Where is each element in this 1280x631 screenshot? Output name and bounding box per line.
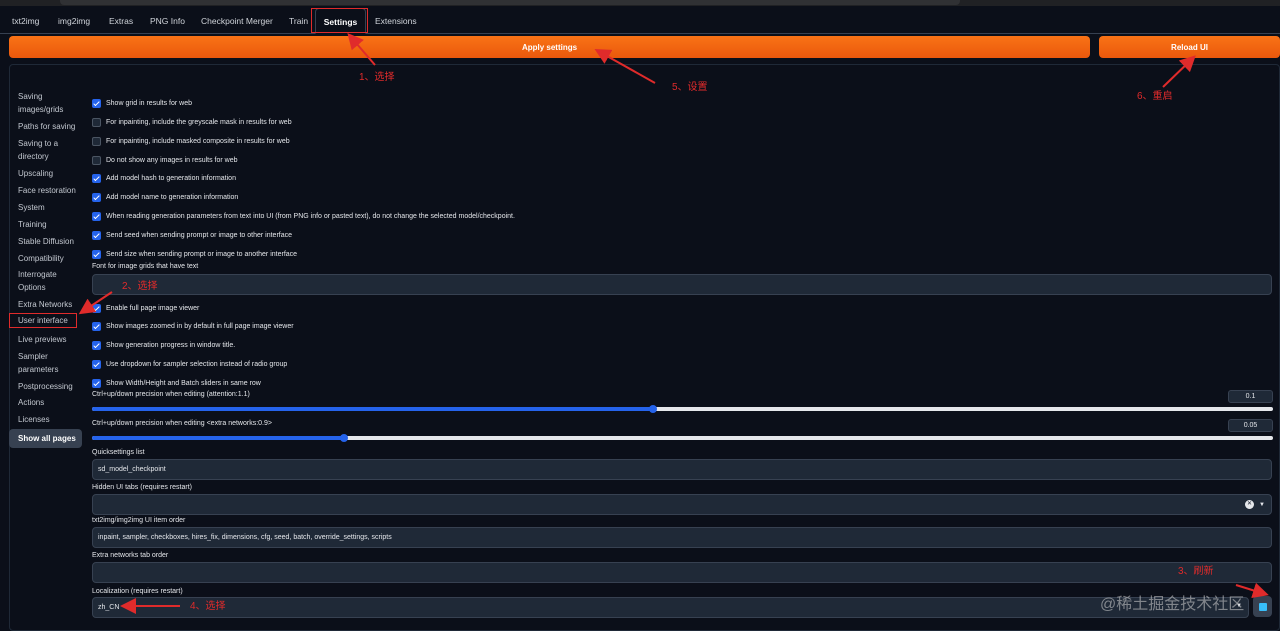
arrow-step-5 bbox=[594, 49, 656, 84]
annotation-arrows bbox=[78, 32, 1269, 614]
watermark: @稀土掘金技术社区 bbox=[1100, 596, 1245, 613]
arrow-step-6 bbox=[1162, 55, 1196, 88]
arrow-step-2 bbox=[78, 291, 113, 315]
arrow-step-1 bbox=[347, 32, 376, 66]
